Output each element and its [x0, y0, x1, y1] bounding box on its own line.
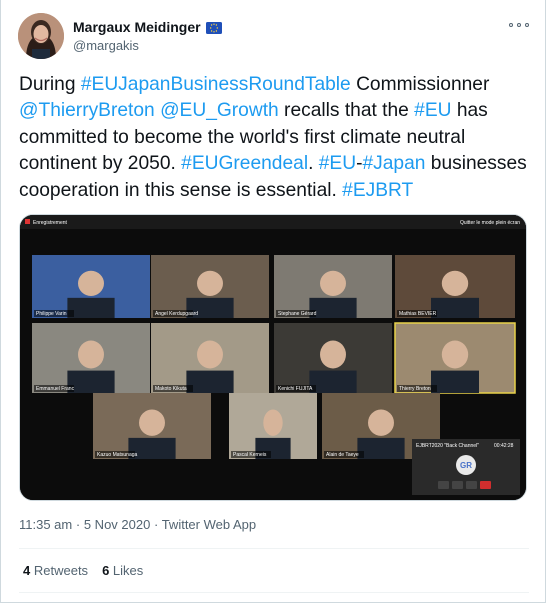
call-title: EJBRT2020 "Back Channel": [416, 443, 479, 449]
tweet-text-segment: .: [308, 153, 319, 175]
divider: [19, 592, 529, 593]
participant-name: Thierry Breton: [399, 386, 431, 392]
participant-face: [197, 340, 223, 369]
meta-separator: ·: [75, 517, 81, 532]
likes-label: Likes: [112, 563, 144, 578]
likes-count: 6: [102, 563, 110, 578]
mention-link[interactable]: @ThierryBreton: [19, 100, 155, 121]
participant-body: [67, 297, 115, 318]
tweet-media-image[interactable]: Enregistrement Quitter le mode plein écr…: [19, 214, 527, 501]
tweet-date[interactable]: 5 Nov 2020: [84, 517, 151, 532]
tweet-source[interactable]: Twitter Web App: [162, 517, 256, 532]
participant-name: Emmanuel Franc: [36, 386, 75, 392]
participant-face: [78, 340, 104, 369]
participant-name: Stephane Gérard: [278, 311, 317, 317]
participant-body: [431, 370, 479, 393]
retweets-count: 4: [23, 563, 31, 578]
hashtag-link[interactable]: #EU: [319, 153, 356, 174]
meta-separator: ·: [153, 517, 159, 532]
likes-stat[interactable]: 6 Likes: [102, 563, 143, 578]
author-handle[interactable]: @margakis: [73, 38, 139, 53]
participant-face: [441, 340, 469, 369]
participant-name: Kenichi FUJITA: [278, 386, 313, 392]
participant-face: [263, 409, 283, 436]
more-options-icon[interactable]: [509, 18, 529, 32]
hashtag-link[interactable]: #EU: [414, 100, 451, 121]
participant-body: [67, 370, 115, 393]
participant-body: [357, 437, 405, 459]
participant-name: Makoto Kikuta: [155, 386, 187, 392]
call-initials: GR: [460, 461, 472, 470]
hashtag-link[interactable]: #EUJapanBusinessRoundTable: [81, 74, 351, 95]
mention-link[interactable]: @EU_Growth: [160, 100, 279, 121]
tweet-text-segment: recalls that the: [278, 100, 415, 122]
author-name[interactable]: Margaux Meidinger: [73, 19, 201, 35]
hashtag-link[interactable]: #EJBRT: [342, 180, 413, 201]
avatar[interactable]: [18, 13, 64, 59]
tweet-text-segment: During: [19, 74, 81, 95]
participant-face: [441, 270, 469, 296]
hashtag-link[interactable]: #EUGreendeal: [181, 153, 308, 174]
participant-face: [368, 409, 394, 436]
participant-body: [431, 297, 479, 318]
participant-name: Pascal Kerneis: [233, 452, 267, 458]
tweet-card: Margaux Meidinger @margakis During #EUJa…: [0, 0, 546, 603]
retweets-label: Retweets: [33, 563, 89, 578]
participant-face: [320, 340, 346, 369]
participant-name: Philippe Varin: [36, 311, 67, 317]
participant-name: Alain de Taeye: [326, 452, 359, 458]
participant-face: [197, 270, 223, 296]
participant-face: [320, 270, 346, 296]
participant-body: [309, 297, 357, 318]
participant-name: Angel Kerdupgaard: [155, 311, 198, 317]
participant-body: [309, 370, 357, 393]
participant-name: Kazuo Matsunaga: [97, 452, 138, 458]
tweet-time[interactable]: 11:35 am: [19, 517, 72, 532]
tweet-text: During #EUJapanBusinessRoundTable Commis…: [19, 72, 531, 204]
participant-body: [186, 370, 234, 393]
recording-label: Enregistrement: [33, 220, 68, 226]
hashtag-link[interactable]: #Japan: [362, 153, 425, 174]
participant-name: Mathias BEVIER: [399, 311, 437, 317]
call-time: 00:42:28: [494, 443, 514, 449]
fullscreen-label: Quitter le mode plein écran: [460, 220, 520, 226]
participant-face: [139, 409, 165, 436]
retweets-stat[interactable]: 4 Retweets: [23, 563, 88, 578]
tweet-text-segment: Commissionner: [350, 74, 490, 95]
divider: [19, 548, 529, 549]
eu-flag-icon: [205, 21, 222, 34]
participant-face: [78, 270, 104, 296]
